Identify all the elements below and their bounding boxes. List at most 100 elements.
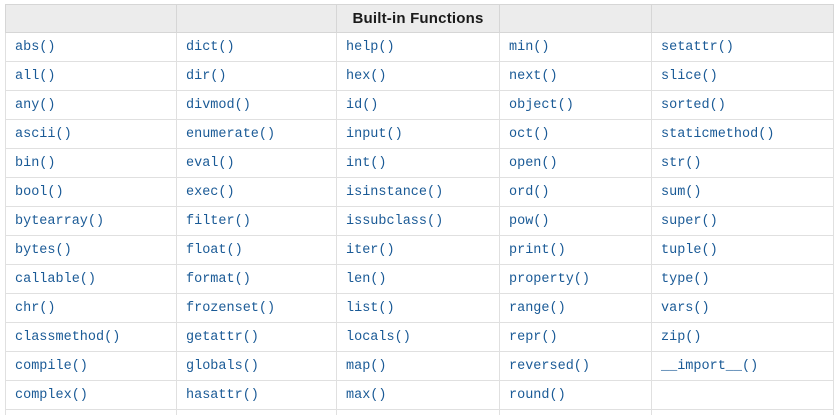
function-cell: classmethod() (5, 322, 177, 352)
function-cell: isinstance() (336, 177, 500, 207)
table-row: ascii() enumerate() input() oct() staticmeth… (5, 119, 834, 149)
function-link[interactable]: pow() (509, 214, 550, 229)
table-body: abs() dict() help() min() setattr() all() dir(… (5, 32, 834, 415)
function-cell: dict() (176, 32, 337, 62)
function-cell: set() (499, 409, 652, 415)
table-row: bytearray() filter() issubclass() pow() supe… (5, 206, 834, 236)
function-link[interactable]: filter() (186, 214, 251, 229)
function-link[interactable]: sum() (661, 185, 702, 200)
function-cell: pow() (499, 206, 652, 236)
function-link[interactable]: exec() (186, 185, 235, 200)
function-link[interactable]: divmod() (186, 98, 251, 113)
header-row: Built-in Functions (5, 4, 834, 33)
function-cell: id() (336, 90, 500, 120)
function-link[interactable]: abs() (15, 40, 56, 55)
function-cell: open() (499, 148, 652, 178)
function-link[interactable]: hasattr() (186, 388, 259, 403)
function-cell: repr() (499, 322, 652, 352)
function-link[interactable]: id() (346, 98, 378, 113)
function-link[interactable]: next() (509, 69, 558, 84)
function-link[interactable]: enumerate() (186, 127, 275, 142)
function-link[interactable]: tuple() (661, 243, 718, 258)
table-header: Built-in Functions (5, 4, 834, 33)
function-cell: list() (336, 293, 500, 323)
function-link[interactable]: reversed() (509, 359, 590, 374)
function-cell: staticmethod() (651, 119, 834, 149)
function-link[interactable]: ord() (509, 185, 550, 200)
function-link[interactable]: range() (509, 301, 566, 316)
function-link[interactable]: isinstance() (346, 185, 443, 200)
function-cell: exec() (176, 177, 337, 207)
function-cell: enumerate() (176, 119, 337, 149)
function-link[interactable]: dict() (186, 40, 235, 55)
function-link[interactable]: __import__() (661, 359, 758, 374)
function-cell: len() (336, 264, 500, 294)
function-link[interactable]: max() (346, 388, 387, 403)
function-link[interactable]: frozenset() (186, 301, 275, 316)
function-link[interactable]: repr() (509, 330, 558, 345)
table-row: callable() format() len() property() type() (5, 264, 834, 294)
function-link[interactable]: chr() (15, 301, 56, 316)
function-link[interactable]: zip() (661, 330, 702, 345)
function-link[interactable]: min() (509, 40, 550, 55)
function-cell: object() (499, 90, 652, 120)
table-row: bool() exec() isinstance() ord() sum() (5, 177, 834, 207)
function-link[interactable]: staticmethod() (661, 127, 774, 142)
function-link[interactable]: setattr() (661, 40, 734, 55)
function-link[interactable]: any() (15, 98, 56, 113)
function-link[interactable]: getattr() (186, 330, 259, 345)
function-link[interactable]: open() (509, 156, 558, 171)
function-cell: locals() (336, 322, 500, 352)
header-cell-empty (499, 4, 652, 33)
function-link[interactable]: eval() (186, 156, 235, 171)
header-cell-empty (5, 4, 177, 33)
function-link[interactable]: property() (509, 272, 590, 287)
function-link[interactable]: round() (509, 388, 566, 403)
function-link[interactable]: bool() (15, 185, 64, 200)
function-link[interactable]: map() (346, 359, 387, 374)
function-link[interactable]: bin() (15, 156, 56, 171)
function-link[interactable]: slice() (661, 69, 718, 84)
function-link[interactable]: list() (346, 301, 395, 316)
empty-cell (651, 380, 834, 410)
function-cell: compile() (5, 351, 177, 381)
function-link[interactable]: compile() (15, 359, 88, 374)
function-cell: callable() (5, 264, 177, 294)
function-cell: zip() (651, 322, 834, 352)
function-link[interactable]: object() (509, 98, 574, 113)
function-cell: int() (336, 148, 500, 178)
function-link[interactable]: format() (186, 272, 251, 287)
function-link[interactable]: ascii() (15, 127, 72, 142)
function-link[interactable]: print() (509, 243, 566, 258)
function-link[interactable]: bytearray() (15, 214, 104, 229)
function-cell: hash() (176, 409, 337, 415)
function-link[interactable]: dir() (186, 69, 227, 84)
function-link[interactable]: type() (661, 272, 710, 287)
function-link[interactable]: issubclass() (346, 214, 443, 229)
function-link[interactable]: super() (661, 214, 718, 229)
function-link[interactable]: classmethod() (15, 330, 120, 345)
function-link[interactable]: bytes() (15, 243, 72, 258)
function-link[interactable]: locals() (346, 330, 411, 345)
function-link[interactable]: complex() (15, 388, 88, 403)
function-cell: all() (5, 61, 177, 91)
function-link[interactable]: all() (15, 69, 56, 84)
function-link[interactable]: hex() (346, 69, 387, 84)
function-link[interactable]: int() (346, 156, 387, 171)
function-link[interactable]: iter() (346, 243, 395, 258)
function-link[interactable]: sorted() (661, 98, 726, 113)
function-link[interactable]: oct() (509, 127, 550, 142)
function-link[interactable]: callable() (15, 272, 96, 287)
function-cell: abs() (5, 32, 177, 62)
table-row: bin() eval() int() open() str() (5, 148, 834, 178)
function-link[interactable]: input() (346, 127, 403, 142)
function-link[interactable]: help() (346, 40, 395, 55)
table-row: delattr()hash()memoryview()set() (5, 409, 834, 415)
function-link[interactable]: globals() (186, 359, 259, 374)
function-cell: slice() (651, 61, 834, 91)
function-link[interactable]: vars() (661, 301, 710, 316)
function-cell: max() (336, 380, 500, 410)
function-link[interactable]: str() (661, 156, 702, 171)
function-link[interactable]: len() (346, 272, 387, 287)
function-link[interactable]: float() (186, 243, 243, 258)
